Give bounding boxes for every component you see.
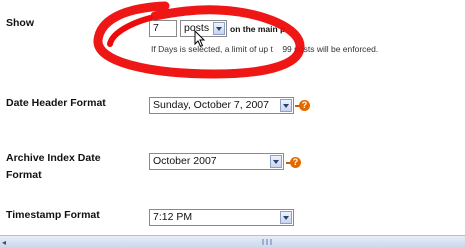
scroll-left-icon[interactable]: ◂ [2, 238, 6, 247]
horizontal-scrollbar[interactable]: ◂ [0, 235, 465, 248]
annotation-scribble [93, 1, 305, 79]
